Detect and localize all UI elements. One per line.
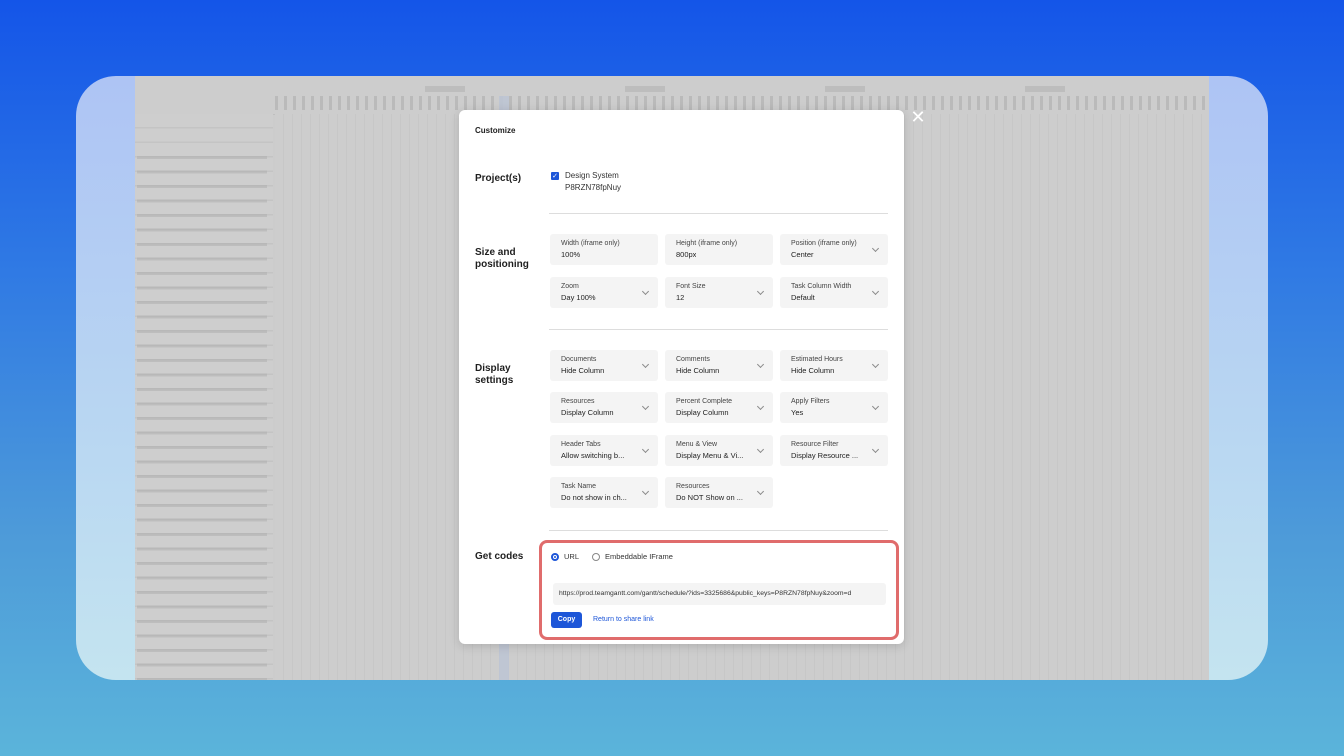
resources-show-select[interactable]: Resources Do NOT Show on ... (665, 477, 773, 508)
chevron-down-icon (641, 402, 650, 411)
iframe-radio-label[interactable]: Embeddable IFrame (605, 552, 673, 561)
task-column-width-select[interactable]: Task Column Width Default (780, 277, 888, 308)
field-value: 800px (676, 250, 697, 259)
font-size-select[interactable]: Font Size 12 (665, 277, 773, 308)
field-label: Width (iframe only) (561, 240, 620, 247)
display-section-label: Display settings (475, 363, 514, 386)
project-name: Design System (565, 171, 619, 180)
field-value: Hide Column (676, 366, 720, 375)
copy-button[interactable]: Copy (551, 612, 582, 628)
field-label: Comments (676, 356, 710, 363)
apply-filters-select[interactable]: Apply Filters Yes (780, 392, 888, 423)
field-label: Height (iframe only) (676, 240, 738, 247)
field-label: Resources (676, 483, 710, 490)
projects-section-label: Project(s) (475, 173, 522, 184)
field-label: Resources (561, 398, 595, 405)
field-value: Do not show in ch... (561, 493, 627, 502)
field-value: Day 100% (561, 293, 596, 302)
chevron-down-icon (641, 287, 650, 296)
field-label: Estimated Hours (791, 356, 843, 363)
field-value: Display Menu & Vi... (676, 451, 744, 460)
field-value: Default (791, 293, 815, 302)
field-label: Percent Complete (676, 398, 733, 405)
field-value: 12 (676, 293, 685, 302)
task-name-select[interactable]: Task Name Do not show in ch... (550, 477, 658, 508)
field-value: Hide Column (791, 366, 835, 375)
get-codes-panel: URL Embeddable IFrame https://prod.teamg… (539, 540, 899, 640)
height-field[interactable]: Height (iframe only) 800px (665, 234, 773, 265)
url-radio[interactable] (551, 553, 559, 561)
size-section-label: Size and positioning (475, 247, 529, 270)
divider (549, 530, 888, 531)
chevron-down-icon (871, 402, 880, 411)
divider (549, 329, 888, 330)
field-value: Center (791, 250, 814, 259)
field-label: Zoom (561, 283, 579, 290)
chevron-down-icon (756, 487, 765, 496)
menu-view-select[interactable]: Menu & View Display Menu & Vi... (665, 435, 773, 466)
chevron-down-icon (756, 360, 765, 369)
field-value: Allow switching b... (561, 451, 625, 460)
field-value: Display Column (561, 408, 614, 417)
field-value: Display Resource ... (791, 451, 859, 460)
field-label: Apply Filters (791, 398, 830, 405)
chevron-down-icon (756, 445, 765, 454)
comments-select[interactable]: Comments Hide Column (665, 350, 773, 381)
field-label: Task Column Width (791, 283, 852, 290)
chevron-down-icon (756, 402, 765, 411)
field-value: Hide Column (561, 366, 605, 375)
field-label: Font Size (676, 283, 706, 290)
share-url-field[interactable]: https://prod.teamgantt.com/gantt/schedul… (553, 583, 886, 605)
header-tabs-select[interactable]: Header Tabs Allow switching b... (550, 435, 658, 466)
resources-column-select[interactable]: Resources Display Column (550, 392, 658, 423)
chevron-down-icon (871, 287, 880, 296)
url-radio-label[interactable]: URL (564, 552, 579, 561)
field-value: 100% (561, 250, 581, 259)
percent-complete-select[interactable]: Percent Complete Display Column (665, 392, 773, 423)
field-label: Resource Filter (791, 441, 839, 448)
chevron-down-icon (871, 360, 880, 369)
position-select[interactable]: Position (iframe only) Center (780, 234, 888, 265)
chevron-down-icon (641, 360, 650, 369)
modal-title: Customize (475, 126, 516, 135)
close-icon[interactable]: ✕ (910, 109, 926, 127)
project-key: P8RZN78fpNuy (565, 183, 622, 192)
return-to-share-link[interactable]: Return to share link (593, 616, 654, 623)
width-field[interactable]: Width (iframe only) 100% (550, 234, 658, 265)
chevron-down-icon (871, 244, 880, 253)
chevron-down-icon (871, 445, 880, 454)
codes-section-label: Get codes (475, 551, 524, 562)
chevron-down-icon (641, 487, 650, 496)
field-value: Display Column (676, 408, 729, 417)
chevron-down-icon (641, 445, 650, 454)
divider (549, 213, 888, 214)
field-value: Yes (791, 408, 804, 417)
estimated-hours-select[interactable]: Estimated Hours Hide Column (780, 350, 888, 381)
documents-select[interactable]: Documents Hide Column (550, 350, 658, 381)
resource-filter-select[interactable]: Resource Filter Display Resource ... (780, 435, 888, 466)
zoom-select[interactable]: Zoom Day 100% (550, 277, 658, 308)
iframe-radio[interactable] (592, 553, 600, 561)
field-label: Task Name (561, 483, 597, 490)
field-label: Position (iframe only) (791, 240, 857, 247)
project-checkbox[interactable]: ✓ (551, 172, 559, 180)
chevron-down-icon (756, 287, 765, 296)
field-label: Header Tabs (561, 441, 601, 448)
field-label: Documents (561, 356, 597, 363)
field-label: Menu & View (676, 441, 718, 448)
field-value: Do NOT Show on ... (676, 493, 743, 502)
